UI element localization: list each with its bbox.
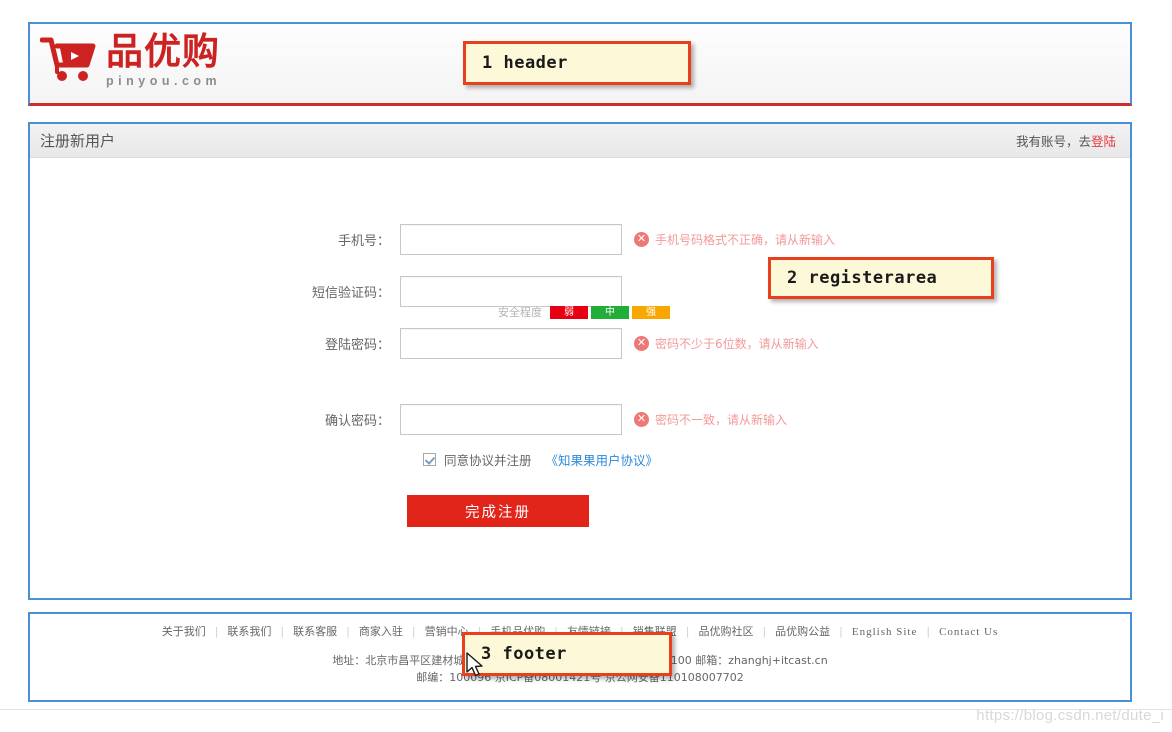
form-row-password: 登陆密码： ✕ 密码不少于6位数，请从新输入 — [30, 328, 1130, 359]
error-icon: ✕ — [634, 232, 649, 247]
register-titlebar: 注册新用户 我有账号，去登陆 — [30, 124, 1130, 158]
footer-link[interactable]: 联系客服 — [293, 625, 337, 638]
footer-link[interactable]: 品优购公益 — [775, 625, 830, 638]
error-icon: ✕ — [634, 336, 649, 351]
agreement-checkbox[interactable] — [423, 453, 436, 466]
strength-bar: 弱 中 强 — [550, 305, 673, 319]
password-input[interactable] — [400, 328, 622, 359]
form-row-confirm-password: 确认密码： ✕ 密码不一致，请从新输入 — [30, 404, 1130, 435]
form-row-phone: 手机号： ✕ 手机号码格式不正确，请从新输入 — [30, 224, 1130, 255]
login-hint: 我有账号，去登陆 — [1016, 131, 1116, 150]
agreement-link[interactable]: 《知果果用户协议》 — [546, 450, 659, 469]
strength-segment-medium: 中 — [591, 305, 629, 319]
page-title: 注册新用户 — [40, 132, 116, 150]
error-password-text: 密码不少于6位数，请从新输入 — [655, 337, 819, 351]
strength-label: 安全程度 — [498, 306, 542, 319]
agreement-label: 同意协议并注册 — [444, 453, 532, 468]
strength-segment-weak: 弱 — [550, 305, 588, 319]
submit-register-button[interactable]: 完成注册 — [407, 495, 589, 527]
page-root: 品优购 pinyou.com 注册新用户 我有账号，去登陆 手机号： ✕ 手机号… — [0, 0, 1172, 732]
label-sms: 短信验证码： — [311, 286, 390, 301]
error-phone-text: 手机号码格式不正确，请从新输入 — [655, 233, 836, 247]
annotation-header: 1 header — [463, 41, 691, 85]
footer-link[interactable]: English Site — [852, 626, 917, 638]
site-logo[interactable]: 品优购 pinyou.com — [40, 32, 221, 88]
error-password: ✕ 密码不少于6位数，请从新输入 — [634, 335, 819, 352]
footer-separator: | — [926, 625, 931, 638]
register-form: 手机号： ✕ 手机号码格式不正确，请从新输入 短信验证码： 登陆密码： ✕ 密码… — [30, 158, 1130, 598]
login-hint-text: 我有账号，去 — [1015, 134, 1091, 149]
label-confirm-password: 确认密码： — [324, 414, 390, 429]
watermark-text: https://blog.csdn.net/dute_i — [976, 707, 1164, 724]
footer-separator: | — [346, 625, 350, 638]
footer-separator: | — [411, 625, 416, 638]
error-confirm-password: ✕ 密码不一致，请从新输入 — [634, 411, 787, 428]
annotation-footer: 3 footer — [462, 632, 672, 676]
footer-separator: | — [685, 625, 690, 638]
logo-chinese-text: 品优购 — [106, 30, 220, 73]
logo-domain-text: pinyou.com — [106, 74, 222, 88]
register-area-section: 注册新用户 我有账号，去登陆 手机号： ✕ 手机号码格式不正确，请从新输入 短信… — [28, 122, 1132, 600]
footer-separator: | — [839, 625, 843, 638]
annotation-registerarea: 2 registerarea — [768, 257, 994, 299]
footer-separator: | — [280, 625, 285, 638]
error-icon: ✕ — [634, 412, 649, 427]
password-strength-meter: 安全程度 弱 中 强 — [30, 304, 1130, 320]
strength-segment-strong: 强 — [632, 305, 670, 319]
sms-code-input[interactable] — [400, 276, 622, 307]
footer-link[interactable]: Contact Us — [939, 626, 998, 638]
label-phone: 手机号： — [337, 234, 390, 249]
shopping-cart-icon — [40, 37, 96, 81]
label-password: 登陆密码： — [324, 338, 390, 353]
footer-link[interactable]: 关于我们 — [162, 625, 206, 638]
footer-separator: | — [214, 625, 219, 638]
footer-separator: | — [762, 625, 767, 638]
error-phone: ✕ 手机号码格式不正确，请从新输入 — [634, 231, 835, 248]
footer-link[interactable]: 商家入驻 — [359, 625, 403, 638]
error-confirm-text: 密码不一致，请从新输入 — [655, 413, 788, 427]
footer-link[interactable]: 联系我们 — [227, 625, 271, 638]
login-link[interactable]: 登陆 — [1091, 134, 1116, 149]
confirm-password-input[interactable] — [400, 404, 622, 435]
agreement-row: 同意协议并注册 《知果果用户协议》 — [30, 450, 1130, 469]
footer-link[interactable]: 品优购社区 — [698, 625, 753, 638]
phone-input[interactable] — [400, 224, 622, 255]
submit-row: 完成注册 — [30, 495, 1130, 527]
